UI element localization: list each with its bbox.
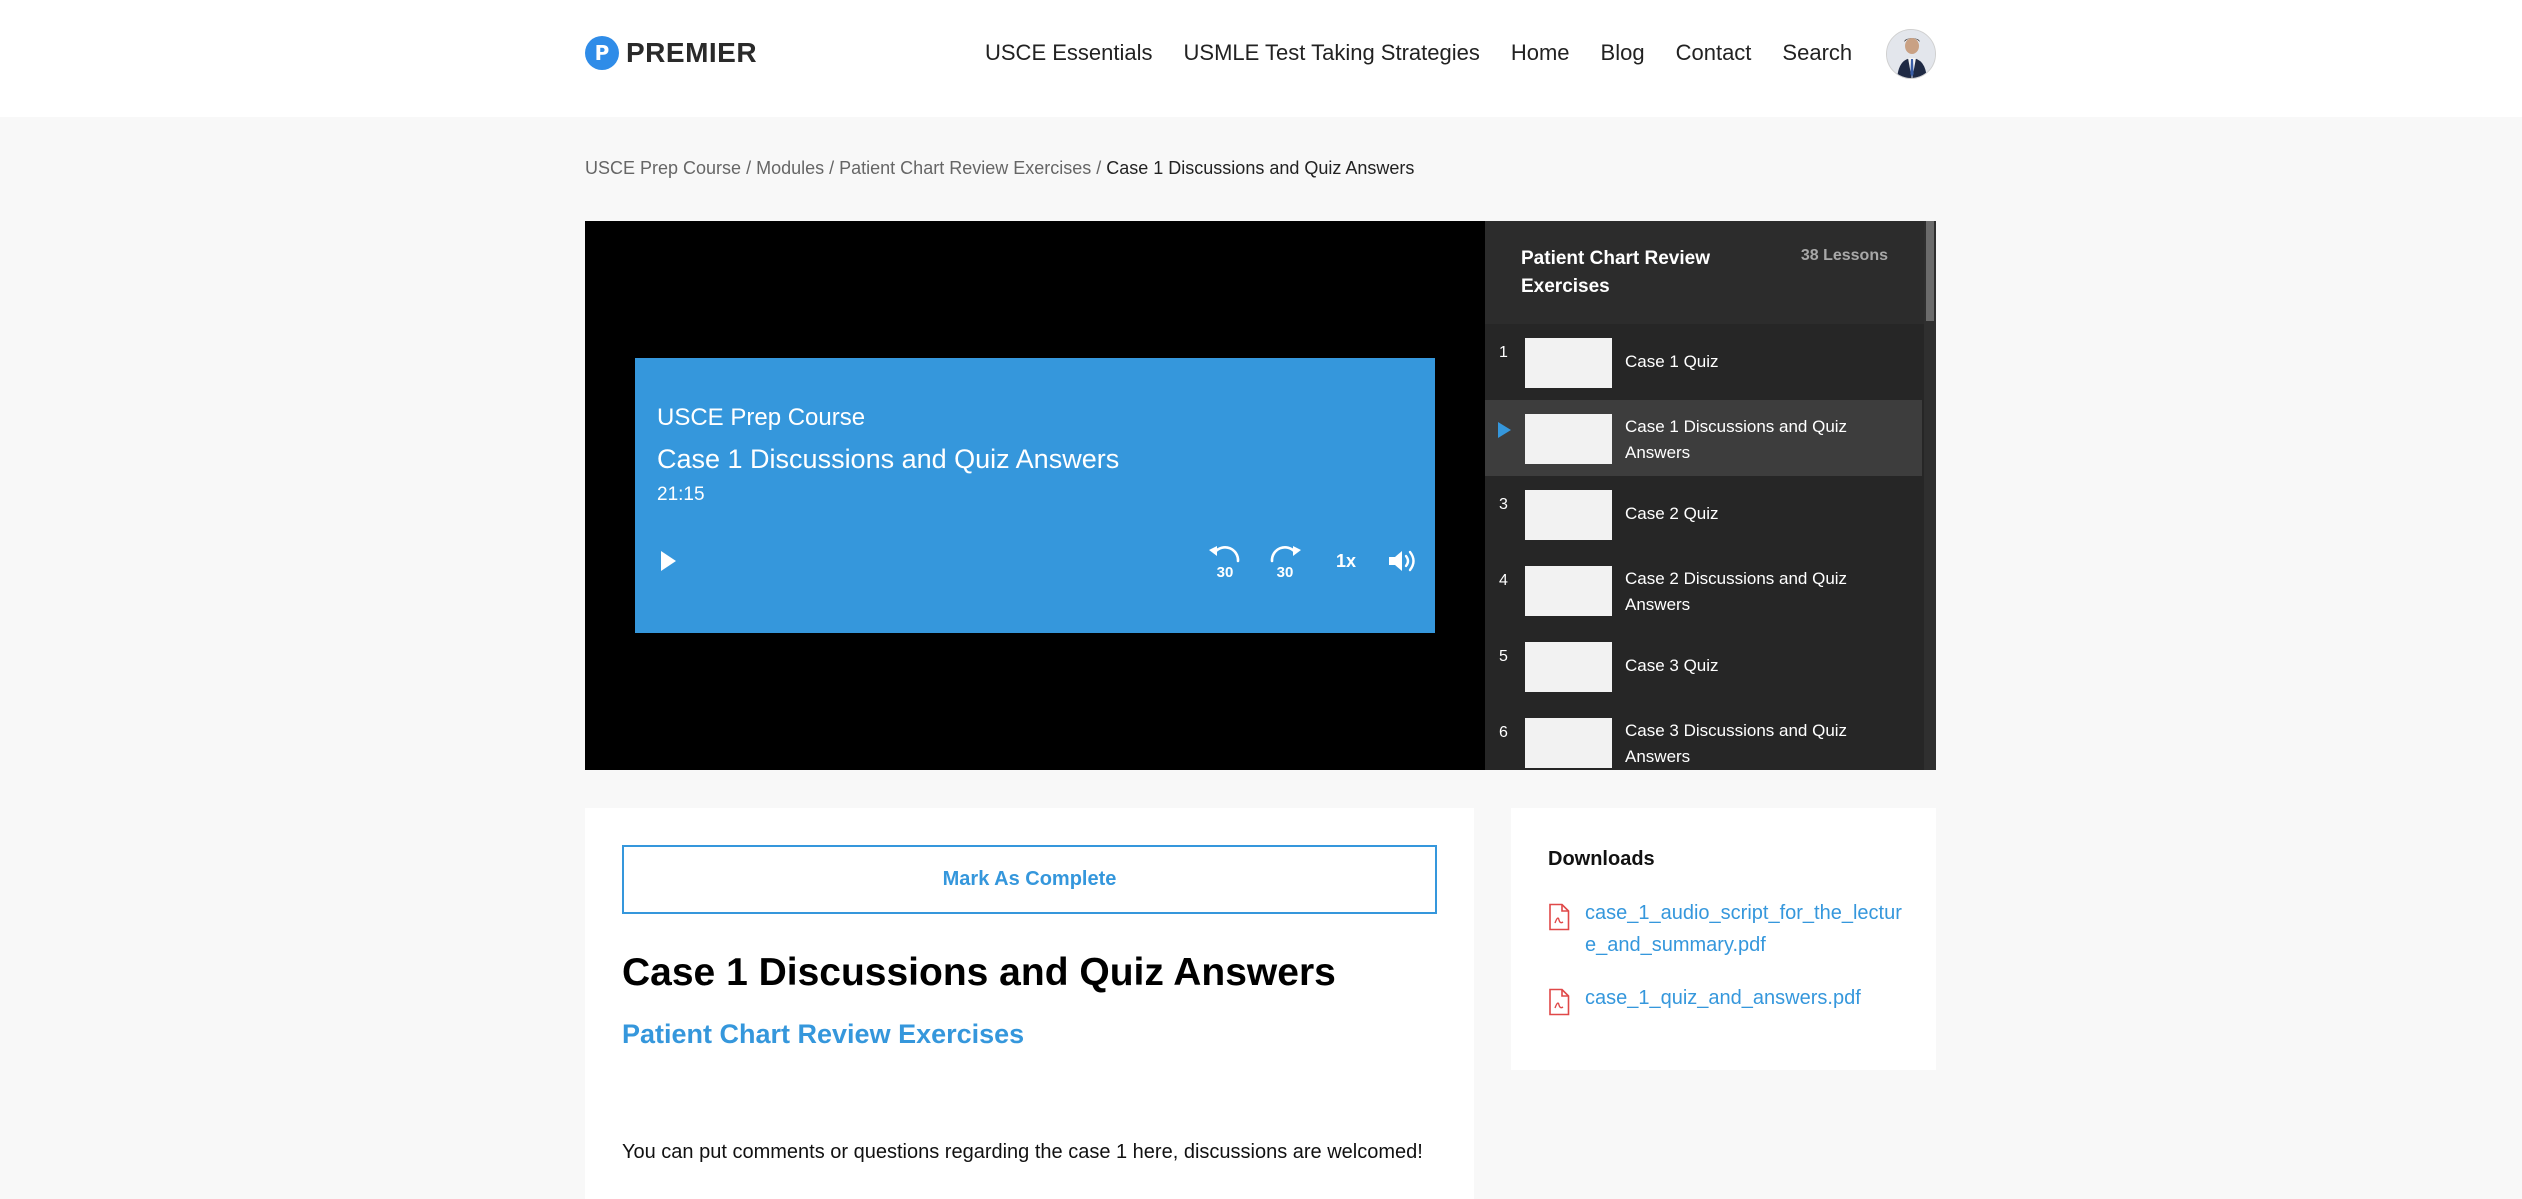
- player-course-name: USCE Prep Course: [657, 404, 866, 431]
- rewind-30-button[interactable]: 30: [1203, 541, 1247, 581]
- pdf-file-icon: [1549, 988, 1570, 1016]
- nav-usmle-strategies[interactable]: USMLE Test Taking Strategies: [1184, 40, 1480, 66]
- nav-search[interactable]: Search: [1782, 40, 1852, 66]
- site-header: P PREMIER USCE Essentials USMLE Test Tak…: [0, 0, 2522, 117]
- player-duration: 21:15: [657, 484, 705, 505]
- lesson-thumbnail: [1525, 414, 1612, 464]
- lesson-title: Case 2 Quiz: [1625, 504, 1719, 523]
- lesson-title: Case 1 Discussions and Quiz Answers: [1625, 417, 1848, 462]
- lesson-number: 6: [1499, 724, 1508, 741]
- nav-blog[interactable]: Blog: [1601, 40, 1645, 66]
- download-item[interactable]: case_1_quiz_and_answers.pdf: [1548, 982, 1905, 1016]
- lesson-thumbnail: [1525, 490, 1612, 540]
- player-lesson-title: Case 1 Discussions and Quiz Answers: [657, 444, 1120, 474]
- lesson-number: 1: [1499, 344, 1508, 361]
- mark-complete-button[interactable]: Mark As Complete: [622, 845, 1437, 914]
- breadcrumb-link[interactable]: Patient Chart Review Exercises: [839, 158, 1091, 178]
- nav-usce-essentials[interactable]: USCE Essentials: [985, 40, 1153, 66]
- lesson-title: Case 2 Discussions and Quiz Answers: [1625, 569, 1848, 614]
- forward-icon: 30: [1270, 545, 1301, 581]
- main-nav: USCE Essentials USMLE Test Taking Strate…: [985, 38, 1852, 68]
- lesson-thumbnail: [1525, 338, 1612, 388]
- lesson-list-header: Patient Chart Review Exercises 38 Lesson…: [1485, 221, 1925, 324]
- lesson-thumbnail: [1525, 566, 1612, 616]
- breadcrumb: USCE Prep Course / Modules / Patient Chart R…: [585, 158, 1414, 179]
- rewind-icon: 30: [1209, 545, 1240, 581]
- breadcrumb-link[interactable]: Modules: [756, 158, 824, 178]
- logo-mark-icon: P: [585, 36, 619, 70]
- lesson-item[interactable]: 6 Case 3 Discussions and Quiz Answers: [1485, 704, 1922, 770]
- lesson-list-panel: Patient Chart Review Exercises 38 Lesson…: [1485, 221, 1936, 770]
- forward-30-button[interactable]: 30: [1263, 541, 1307, 581]
- lesson-list-scrollbar[interactable]: [1924, 221, 1936, 770]
- downloads-title: Downloads: [1548, 848, 1655, 870]
- volume-button[interactable]: [1385, 541, 1421, 581]
- lesson-title: Case 1 Quiz: [1625, 352, 1719, 371]
- lesson-number: 3: [1499, 496, 1508, 513]
- lesson-number: 5: [1499, 648, 1508, 665]
- lesson-description: You can put comments or questions regard…: [622, 1141, 1423, 1163]
- download-link[interactable]: case_1_quiz_and_answers.pdf: [1585, 982, 1905, 1016]
- lesson-thumbnail: [1525, 642, 1612, 692]
- breadcrumb-separator: /: [746, 158, 752, 178]
- play-icon: [661, 551, 676, 571]
- volume-icon: [1389, 550, 1415, 572]
- playback-speed-button[interactable]: 1x: [1329, 541, 1363, 581]
- pdf-file-icon: [1549, 903, 1570, 931]
- downloads-panel: Downloads case_1_audio_script_for_the_le…: [1511, 808, 1936, 1070]
- lesson-number: 4: [1499, 572, 1508, 589]
- lesson-item[interactable]: 3 Case 2 Quiz: [1485, 476, 1922, 552]
- lesson-count: 38 Lessons: [1800, 247, 1888, 264]
- download-item[interactable]: case_1_audio_script_for_the_lecture_and_…: [1548, 897, 1905, 961]
- breadcrumb-separator: /: [829, 158, 835, 178]
- lesson-heading: Case 1 Discussions and Quiz Answers: [622, 951, 1336, 994]
- lesson-item[interactable]: 5 Case 3 Quiz: [1485, 628, 1922, 704]
- lesson-list-title: Patient Chart Review Exercises: [1521, 248, 1710, 297]
- lesson-title: Case 3 Discussions and Quiz Answers: [1625, 721, 1848, 766]
- lesson-module-link[interactable]: Patient Chart Review Exercises: [622, 1019, 1024, 1050]
- lesson-title: Case 3 Quiz: [1625, 656, 1719, 675]
- lesson-thumbnail: [1525, 718, 1612, 768]
- lesson-item-current[interactable]: Case 1 Discussions and Quiz Answers: [1485, 400, 1922, 476]
- media-player: USCE Prep Course Case 1 Discussions and …: [585, 221, 1485, 770]
- rewind-seconds-label: 30: [1217, 564, 1234, 581]
- audio-player-card: USCE Prep Course Case 1 Discussions and …: [635, 358, 1435, 633]
- user-avatar[interactable]: [1886, 29, 1936, 79]
- lesson-content-card: Mark As Complete Case 1 Discussions and …: [585, 808, 1474, 1199]
- breadcrumb-separator: /: [1096, 158, 1102, 178]
- forward-seconds-label: 30: [1277, 564, 1294, 581]
- nav-home[interactable]: Home: [1511, 40, 1570, 66]
- download-link[interactable]: case_1_audio_script_for_the_lecture_and_…: [1585, 897, 1905, 961]
- logo-text: PREMIER: [626, 37, 758, 68]
- breadcrumb-link[interactable]: USCE Prep Course: [585, 158, 741, 178]
- lesson-item[interactable]: 1 Case 1 Quiz: [1485, 324, 1922, 400]
- nav-contact[interactable]: Contact: [1676, 40, 1752, 66]
- scrollbar-thumb[interactable]: [1926, 221, 1934, 321]
- play-button[interactable]: [653, 541, 683, 581]
- now-playing-icon: [1498, 422, 1511, 438]
- user-avatar-icon: [1887, 30, 1935, 78]
- breadcrumb-current: Case 1 Discussions and Quiz Answers: [1106, 158, 1415, 178]
- lesson-item[interactable]: 4 Case 2 Discussions and Quiz Answers: [1485, 552, 1922, 628]
- site-logo[interactable]: P PREMIER: [585, 36, 757, 70]
